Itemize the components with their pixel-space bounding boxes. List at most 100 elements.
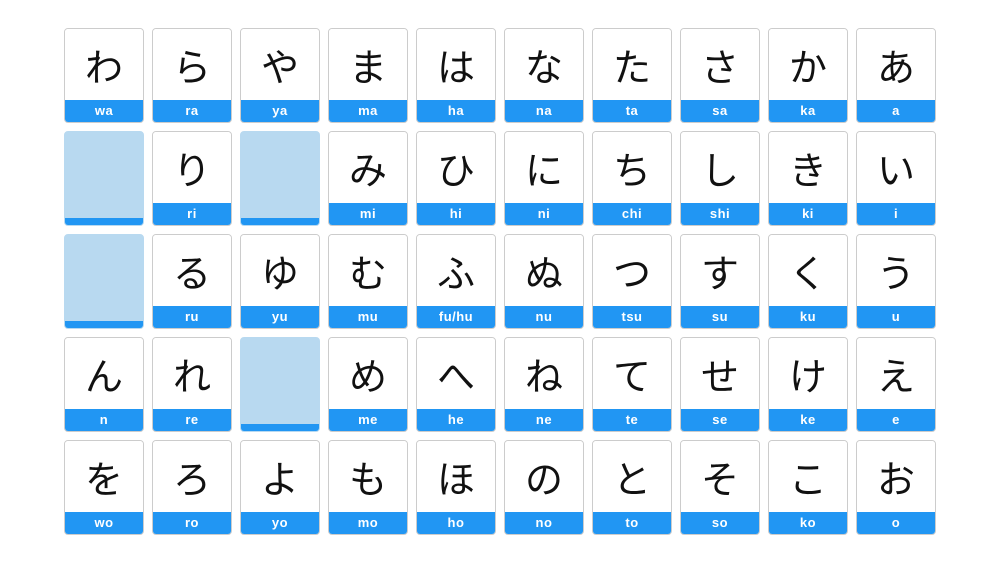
kana-roman-0-9: a — [857, 100, 935, 122]
kana-cell-3-3[interactable]: めme — [328, 337, 408, 432]
kana-cell-2-8[interactable]: くku — [768, 234, 848, 329]
kana-cell-0-3[interactable]: まma — [328, 28, 408, 123]
kana-cell-1-4[interactable]: ひhi — [416, 131, 496, 226]
kana-roman-3-7: se — [681, 409, 759, 431]
kana-roman-1-8: ki — [769, 203, 847, 225]
kana-cell-3-6[interactable]: てte — [592, 337, 672, 432]
kana-roman-1-2 — [241, 218, 319, 225]
kana-char-4-7: そ — [681, 441, 759, 512]
kana-cell-2-7[interactable]: すsu — [680, 234, 760, 329]
kana-cell-0-0[interactable]: わwa — [64, 28, 144, 123]
kana-roman-2-6: tsu — [593, 306, 671, 328]
kana-roman-1-7: shi — [681, 203, 759, 225]
kana-cell-3-0[interactable]: んn — [64, 337, 144, 432]
kana-cell-1-2[interactable] — [240, 131, 320, 226]
kana-cell-2-6[interactable]: つtsu — [592, 234, 672, 329]
kana-cell-4-7[interactable]: そso — [680, 440, 760, 535]
kana-cell-2-5[interactable]: ぬnu — [504, 234, 584, 329]
kana-roman-4-8: ko — [769, 512, 847, 534]
hiragana-grid: わwaらraやyaまmaはhaなnaたtaさsaかkaあaりriみmiひhiにn… — [44, 8, 956, 555]
kana-cell-4-0[interactable]: をwo — [64, 440, 144, 535]
kana-cell-3-9[interactable]: えe — [856, 337, 936, 432]
kana-roman-0-6: ta — [593, 100, 671, 122]
kana-cell-0-7[interactable]: さsa — [680, 28, 760, 123]
kana-cell-3-7[interactable]: せse — [680, 337, 760, 432]
kana-cell-4-8[interactable]: こko — [768, 440, 848, 535]
kana-char-2-1: る — [153, 235, 231, 306]
kana-char-2-9: う — [857, 235, 935, 306]
kana-cell-0-9[interactable]: あa — [856, 28, 936, 123]
kana-roman-2-8: ku — [769, 306, 847, 328]
kana-cell-1-1[interactable]: りri — [152, 131, 232, 226]
kana-cell-1-7[interactable]: しshi — [680, 131, 760, 226]
kana-char-0-0: わ — [65, 29, 143, 100]
kana-cell-3-2[interactable] — [240, 337, 320, 432]
kana-roman-1-9: i — [857, 203, 935, 225]
kana-cell-1-0[interactable] — [64, 131, 144, 226]
kana-roman-2-0 — [65, 321, 143, 328]
kana-roman-0-0: wa — [65, 100, 143, 122]
kana-char-3-9: え — [857, 338, 935, 409]
kana-cell-2-2[interactable]: ゆyu — [240, 234, 320, 329]
kana-roman-0-4: ha — [417, 100, 495, 122]
kana-char-4-9: お — [857, 441, 935, 512]
kana-cell-4-5[interactable]: のno — [504, 440, 584, 535]
kana-cell-2-9[interactable]: うu — [856, 234, 936, 329]
kana-cell-0-2[interactable]: やya — [240, 28, 320, 123]
kana-roman-3-8: ke — [769, 409, 847, 431]
kana-char-0-2: や — [241, 29, 319, 100]
kana-cell-4-4[interactable]: ほho — [416, 440, 496, 535]
kana-char-0-6: た — [593, 29, 671, 100]
kana-cell-0-8[interactable]: かka — [768, 28, 848, 123]
kana-char-4-4: ほ — [417, 441, 495, 512]
kana-cell-4-1[interactable]: ろro — [152, 440, 232, 535]
kana-char-3-8: け — [769, 338, 847, 409]
kana-cell-0-5[interactable]: なna — [504, 28, 584, 123]
kana-char-0-5: な — [505, 29, 583, 100]
kana-roman-4-1: ro — [153, 512, 231, 534]
kana-roman-2-9: u — [857, 306, 935, 328]
kana-char-0-7: さ — [681, 29, 759, 100]
kana-roman-0-5: na — [505, 100, 583, 122]
kana-cell-0-6[interactable]: たta — [592, 28, 672, 123]
kana-cell-4-2[interactable]: よyo — [240, 440, 320, 535]
kana-cell-0-4[interactable]: はha — [416, 28, 496, 123]
kana-cell-0-1[interactable]: らra — [152, 28, 232, 123]
kana-char-1-1: り — [153, 132, 231, 203]
kana-char-1-5: に — [505, 132, 583, 203]
kana-roman-4-7: so — [681, 512, 759, 534]
kana-cell-2-4[interactable]: ふfu/hu — [416, 234, 496, 329]
kana-roman-3-4: he — [417, 409, 495, 431]
kana-cell-3-4[interactable]: へhe — [416, 337, 496, 432]
kana-roman-1-3: mi — [329, 203, 407, 225]
kana-cell-2-0[interactable] — [64, 234, 144, 329]
kana-cell-2-3[interactable]: むmu — [328, 234, 408, 329]
kana-cell-3-1[interactable]: れre — [152, 337, 232, 432]
kana-roman-2-1: ru — [153, 306, 231, 328]
kana-cell-3-5[interactable]: ねne — [504, 337, 584, 432]
kana-char-0-8: か — [769, 29, 847, 100]
kana-cell-4-3[interactable]: もmo — [328, 440, 408, 535]
kana-cell-1-3[interactable]: みmi — [328, 131, 408, 226]
kana-char-1-7: し — [681, 132, 759, 203]
kana-roman-3-0: n — [65, 409, 143, 431]
kana-roman-4-0: wo — [65, 512, 143, 534]
grid-row-4: をwoろroよyoもmoほhoのnoとtoそsoこkoおo — [64, 440, 936, 535]
kana-char-3-5: ね — [505, 338, 583, 409]
kana-cell-2-1[interactable]: るru — [152, 234, 232, 329]
kana-cell-4-6[interactable]: とto — [592, 440, 672, 535]
kana-cell-1-5[interactable]: にni — [504, 131, 584, 226]
kana-char-3-0: ん — [65, 338, 143, 409]
kana-char-0-3: ま — [329, 29, 407, 100]
kana-cell-1-6[interactable]: ちchi — [592, 131, 672, 226]
kana-roman-3-1: re — [153, 409, 231, 431]
kana-cell-1-9[interactable]: いi — [856, 131, 936, 226]
kana-cell-1-8[interactable]: きki — [768, 131, 848, 226]
kana-char-4-3: も — [329, 441, 407, 512]
kana-char-2-0 — [65, 235, 143, 321]
kana-char-1-6: ち — [593, 132, 671, 203]
kana-cell-3-8[interactable]: けke — [768, 337, 848, 432]
kana-cell-4-9[interactable]: おo — [856, 440, 936, 535]
kana-char-1-3: み — [329, 132, 407, 203]
kana-roman-1-1: ri — [153, 203, 231, 225]
